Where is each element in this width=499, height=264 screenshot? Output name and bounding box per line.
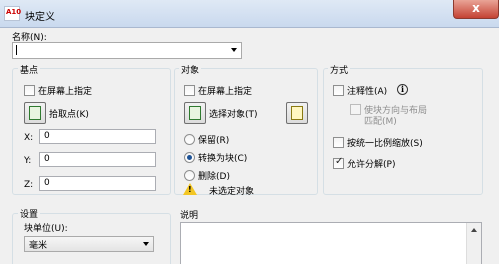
objects-specify-on-screen-label: 在屏幕上指定 bbox=[198, 87, 253, 97]
y-label: Y: bbox=[24, 156, 32, 166]
no-objects-selected-text: 未选定对象 bbox=[209, 187, 255, 197]
retain-label: 保留(R) bbox=[198, 136, 230, 146]
pick-point-label: 拾取点(K) bbox=[49, 110, 89, 120]
annotative-label: 注释性(A) bbox=[347, 87, 388, 97]
chevron-down-icon[interactable] bbox=[231, 48, 237, 52]
delete-radio[interactable] bbox=[184, 170, 195, 181]
scale-uniformly-label: 按统一比例缩放(S) bbox=[347, 139, 423, 149]
autocad-icon: A10 bbox=[4, 6, 21, 21]
settings-group-title: 设置 bbox=[18, 207, 41, 220]
chevron-down-icon[interactable] bbox=[143, 242, 149, 246]
window-title: 块定义 bbox=[25, 12, 55, 23]
title-bar: A10 块定义 x bbox=[0, 0, 499, 28]
allow-exploding-label: 允许分解(P) bbox=[347, 160, 396, 170]
z-input[interactable]: 0 bbox=[39, 176, 156, 191]
objects-group-title: 对象 bbox=[179, 63, 202, 76]
annotative-checkbox[interactable] bbox=[333, 85, 344, 96]
convert-to-block-label: 转换为块(C) bbox=[198, 154, 248, 164]
description-scrollbar[interactable] bbox=[466, 223, 481, 264]
pick-point-button[interactable] bbox=[24, 102, 46, 124]
delete-label: 删除(D) bbox=[198, 172, 230, 182]
close-button[interactable]: x bbox=[453, 0, 499, 19]
retain-radio[interactable] bbox=[184, 134, 195, 145]
text-caret bbox=[16, 45, 17, 55]
x-input[interactable]: 0 bbox=[39, 129, 156, 144]
x-label: X: bbox=[24, 133, 34, 143]
block-unit-select[interactable]: 毫米 bbox=[24, 236, 154, 252]
description-label: 说明 bbox=[180, 211, 199, 221]
block-unit-label: 块单位(U): bbox=[24, 224, 68, 234]
base-point-group-title: 基点 bbox=[18, 63, 41, 76]
match-orientation-label-2: 匹配(M) bbox=[364, 117, 397, 127]
match-orientation-checkbox[interactable] bbox=[350, 104, 361, 115]
objects-specify-on-screen-checkbox[interactable] bbox=[184, 85, 195, 96]
description-textarea[interactable] bbox=[180, 222, 482, 264]
scale-uniformly-checkbox[interactable] bbox=[333, 137, 344, 148]
y-input[interactable]: 0 bbox=[39, 152, 156, 167]
convert-to-block-radio[interactable] bbox=[184, 152, 195, 163]
name-combobox[interactable] bbox=[12, 42, 242, 59]
allow-exploding-checkbox[interactable] bbox=[333, 156, 344, 169]
select-objects-icon bbox=[189, 106, 201, 120]
warning-icon: ! bbox=[183, 183, 197, 195]
behavior-group-title: 方式 bbox=[328, 63, 351, 76]
info-icon[interactable]: i bbox=[397, 84, 408, 95]
select-objects-label: 选择对象(T) bbox=[209, 110, 258, 120]
base-specify-on-screen-label: 在屏幕上指定 bbox=[38, 87, 93, 97]
quick-select-icon bbox=[291, 106, 303, 120]
z-label: Z: bbox=[24, 180, 34, 190]
quick-select-button[interactable] bbox=[286, 102, 308, 124]
pick-point-icon bbox=[29, 106, 41, 120]
base-specify-on-screen-checkbox[interactable] bbox=[24, 85, 35, 96]
select-objects-button[interactable] bbox=[184, 102, 206, 124]
